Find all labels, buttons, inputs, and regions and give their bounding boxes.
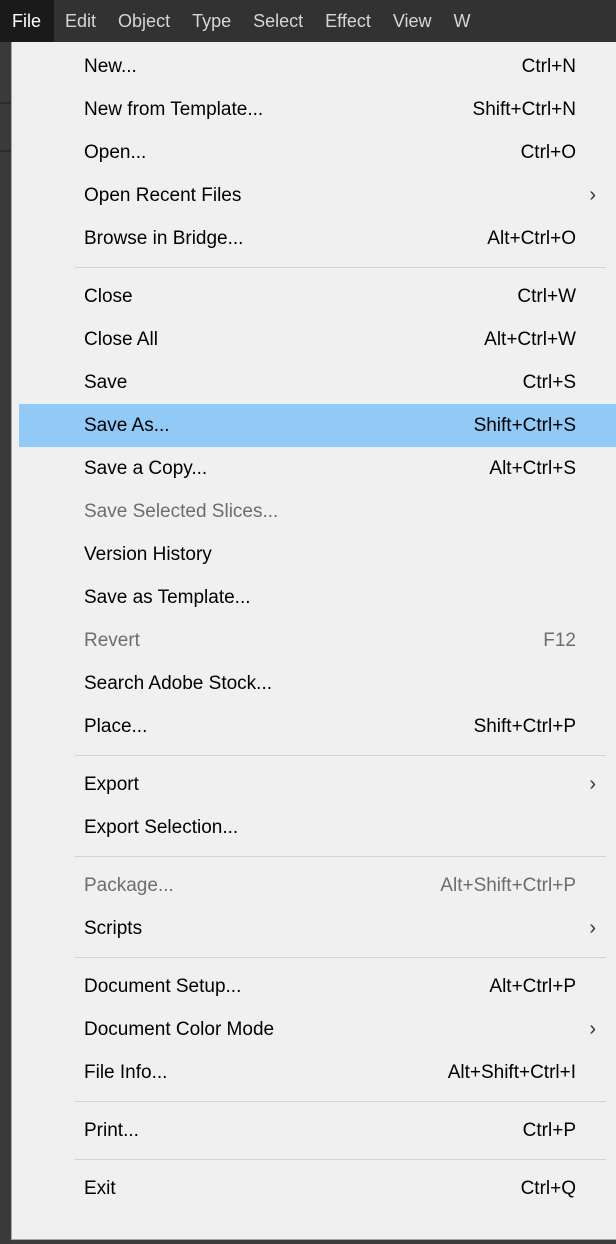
menu-item-shortcut: Ctrl+S xyxy=(522,372,576,393)
menu-item-exit[interactable]: Exit Ctrl+Q xyxy=(12,1167,616,1210)
menu-item-save-as-template[interactable]: Save as Template... xyxy=(12,576,616,619)
menu-item-label: Close xyxy=(84,286,133,307)
menu-item-close[interactable]: Close Ctrl+W xyxy=(12,275,616,318)
menu-item-label: New... xyxy=(84,56,137,77)
menu-separator xyxy=(12,1152,616,1167)
menu-item-label: Exit xyxy=(84,1178,116,1199)
menu-item-shortcut: F12 xyxy=(543,630,576,651)
app-window: File Edit Object Type Select Effect View W New.… xyxy=(0,0,616,1244)
file-menu-list: New... Ctrl+N New from Template... Shift+Ct… xyxy=(12,45,616,1210)
menu-separator xyxy=(12,950,616,965)
menu-type[interactable]: Type xyxy=(181,0,242,42)
menu-w[interactable]: W xyxy=(443,0,482,42)
menu-item-shortcut: Alt+Shift+Ctrl+I xyxy=(447,1062,576,1083)
menu-item-label: Save a Copy... xyxy=(84,458,208,479)
menu-item-file-info[interactable]: File Info... Alt+Shift+Ctrl+I xyxy=(12,1051,616,1094)
menu-item-label: Open... xyxy=(84,142,147,163)
menu-item-shortcut: Shift+Ctrl+P xyxy=(473,716,576,737)
menu-item-package: Package... Alt+Shift+Ctrl+P xyxy=(12,864,616,907)
chevron-right-icon: › xyxy=(589,773,596,795)
menu-item-save[interactable]: Save Ctrl+S xyxy=(12,361,616,404)
menu-item-shortcut: Ctrl+P xyxy=(522,1120,576,1141)
menu-item-shortcut: Ctrl+N xyxy=(521,56,576,77)
menu-item-label: Print... xyxy=(84,1120,139,1141)
menu-item-shortcut: Alt+Ctrl+O xyxy=(487,228,576,249)
menu-item-label: Scripts xyxy=(84,918,143,939)
menu-item-export-selection[interactable]: Export Selection... xyxy=(12,806,616,849)
menu-item-label: Document Color Mode xyxy=(84,1019,275,1040)
menu-item-shortcut: Alt+Shift+Ctrl+P xyxy=(440,875,576,896)
menu-item-save-selected-slices: Save Selected Slices... xyxy=(12,490,616,533)
menu-item-label: Package... xyxy=(84,875,174,896)
menu-item-new-from-template[interactable]: New from Template... Shift+Ctrl+N xyxy=(12,88,616,131)
chevron-right-icon: › xyxy=(589,184,596,206)
menu-separator xyxy=(12,849,616,864)
menu-item-label: Save As... xyxy=(84,415,170,436)
menu-item-shortcut: Alt+Ctrl+W xyxy=(484,329,576,350)
menu-item-label: New from Template... xyxy=(84,99,264,120)
menu-item-browse-in-bridge[interactable]: Browse in Bridge... Alt+Ctrl+O xyxy=(12,217,616,260)
menu-effect[interactable]: Effect xyxy=(314,0,382,42)
menu-object[interactable]: Object xyxy=(107,0,181,42)
menu-item-label: Save as Template... xyxy=(84,587,251,608)
menu-item-shortcut: Alt+Ctrl+S xyxy=(489,458,576,479)
menu-separator xyxy=(12,260,616,275)
menu-item-export[interactable]: Export › xyxy=(12,763,616,806)
menu-item-shortcut: Ctrl+W xyxy=(517,286,576,307)
menu-item-label: Open Recent Files xyxy=(84,185,242,206)
menu-item-label: Save xyxy=(84,372,128,393)
menu-separator xyxy=(12,748,616,763)
menu-view[interactable]: View xyxy=(382,0,443,42)
menu-item-label: Export Selection... xyxy=(84,817,239,838)
menu-item-label: Save Selected Slices... xyxy=(84,501,279,522)
menu-item-shortcut: Alt+Ctrl+P xyxy=(489,976,576,997)
menu-item-label: Document Setup... xyxy=(84,976,242,997)
menu-item-search-adobe-stock[interactable]: Search Adobe Stock... xyxy=(12,662,616,705)
menu-item-label: Place... xyxy=(84,716,148,737)
menu-edit[interactable]: Edit xyxy=(54,0,107,42)
menu-item-open-recent-files[interactable]: Open Recent Files › xyxy=(12,174,616,217)
menu-item-open[interactable]: Open... Ctrl+O xyxy=(12,131,616,174)
menu-separator xyxy=(12,1094,616,1109)
menu-item-print[interactable]: Print... Ctrl+P xyxy=(12,1109,616,1152)
menu-item-save-a-copy[interactable]: Save a Copy... Alt+Ctrl+S xyxy=(12,447,616,490)
menu-item-shortcut: Shift+Ctrl+N xyxy=(472,99,576,120)
menu-item-save-as[interactable]: Save As... Shift+Ctrl+S xyxy=(19,404,616,447)
chevron-right-icon: › xyxy=(589,1018,596,1040)
ruler-tick xyxy=(0,150,11,152)
menu-item-shortcut: Shift+Ctrl+S xyxy=(473,415,576,436)
menu-item-label: File Info... xyxy=(84,1062,168,1083)
menu-item-revert: Revert F12 xyxy=(12,619,616,662)
menu-item-label: Version History xyxy=(84,544,212,565)
menu-item-document-color-mode[interactable]: Document Color Mode › xyxy=(12,1008,616,1051)
chevron-right-icon: › xyxy=(589,917,596,939)
menu-item-label: Export xyxy=(84,774,139,795)
canvas-edge xyxy=(0,42,11,1244)
menu-item-label: Browse in Bridge... xyxy=(84,228,244,249)
menu-item-version-history[interactable]: Version History xyxy=(12,533,616,576)
file-menu-dropdown: New... Ctrl+N New from Template... Shift+Ct… xyxy=(11,42,616,1240)
menu-item-close-all[interactable]: Close All Alt+Ctrl+W xyxy=(12,318,616,361)
menu-item-document-setup[interactable]: Document Setup... Alt+Ctrl+P xyxy=(12,965,616,1008)
menu-item-label: Search Adobe Stock... xyxy=(84,673,273,694)
menu-item-label: Close All xyxy=(84,329,158,350)
menu-item-place[interactable]: Place... Shift+Ctrl+P xyxy=(12,705,616,748)
menu-file[interactable]: File xyxy=(0,0,55,42)
ruler-tick xyxy=(0,102,11,104)
menu-item-label: Revert xyxy=(84,630,140,651)
menu-item-shortcut: Ctrl+O xyxy=(520,142,576,163)
menu-bar: File Edit Object Type Select Effect View W xyxy=(0,0,616,42)
menu-item-new[interactable]: New... Ctrl+N xyxy=(12,45,616,88)
menu-item-shortcut: Ctrl+Q xyxy=(520,1178,576,1199)
menu-select[interactable]: Select xyxy=(242,0,314,42)
menu-item-scripts[interactable]: Scripts › xyxy=(12,907,616,950)
